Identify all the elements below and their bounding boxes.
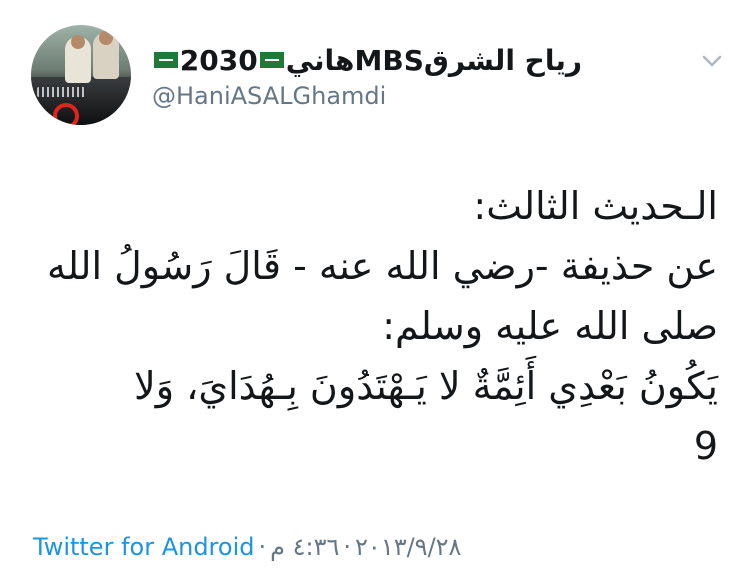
user-handle[interactable]: @HaniASALGhamdi — [152, 82, 386, 110]
separator: · — [258, 533, 267, 561]
avatar-grille — [37, 87, 87, 97]
saudi-flag-icon — [259, 52, 284, 68]
tweet-text: الـحديث الثالث: عن حذيفة -رضي الله عنه -… — [38, 176, 718, 476]
tweet-header: هاني2030MBSرياح الشرق @HaniASALGhamdi — [0, 0, 750, 140]
separator: · — [343, 533, 352, 561]
tweet-line: يَكُونُ بَعْدِي أَئِمَّةٌ لا يَـهْتَدُون… — [134, 364, 718, 408]
tweet-footer: Twitter for Android · ٢٠١٣/٩/٢٨·٤:٣٦ م — [33, 533, 723, 561]
saudi-flag-icon — [153, 52, 178, 68]
chevron-down-icon[interactable] — [697, 46, 727, 76]
tweet-line: الـحديث الثالث: — [473, 184, 718, 228]
avatar-car — [31, 77, 131, 125]
display-name-suffix: هاني — [285, 44, 355, 77]
tweet-line: عن حذيفة -رضي الله عنه - قَالَ رَسُولُ ا… — [46, 244, 718, 288]
avatar-head — [99, 31, 113, 45]
tweet-line: 9 — [693, 424, 718, 468]
display-name-prefix: رياح الشرق — [423, 44, 582, 77]
avatar-red-circle — [53, 103, 79, 125]
tweet-line: صلى الله عليه وسلم: — [382, 304, 718, 348]
tweet-time[interactable]: ٤:٣٦ م — [270, 533, 339, 561]
tweet-date[interactable]: ٢٠١٣/٩/٢٨ — [355, 533, 461, 561]
avatar[interactable] — [31, 25, 131, 125]
avatar-head — [71, 35, 85, 49]
display-name[interactable]: هاني2030MBSرياح الشرق — [152, 44, 582, 77]
source-link[interactable]: Twitter for Android — [33, 533, 254, 561]
